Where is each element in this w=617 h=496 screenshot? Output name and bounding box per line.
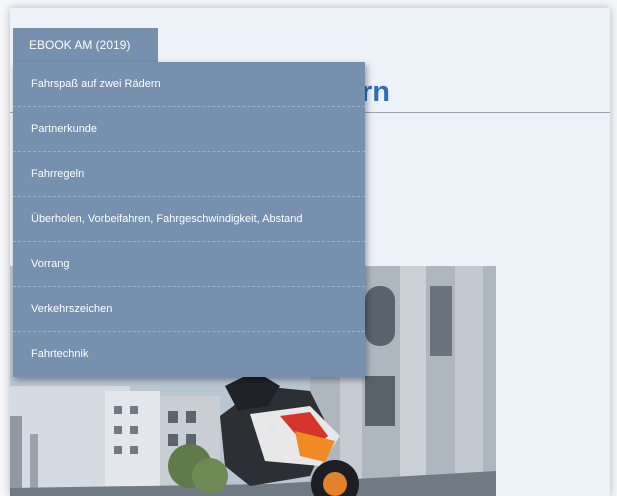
menu-item-vorrang[interactable]: Vorrang [13, 242, 365, 287]
menu-item-partnerkunde[interactable]: Partnerkunde [13, 107, 365, 152]
menu-item-fahrtechnik[interactable]: Fahrtechnik [13, 332, 365, 377]
chapter-dropdown-menu: Fahrspaß auf zwei Rädern Partnerkunde Fa… [13, 62, 365, 377]
menu-item-fahrregeln[interactable]: Fahrregeln [13, 152, 365, 197]
menu-item-fahrspass[interactable]: Fahrspaß auf zwei Rädern [13, 62, 365, 107]
menu-item-ueberholen[interactable]: Überholen, Vorbeifahren, Fahrgeschwindig… [13, 197, 365, 242]
menu-item-verkehrszeichen[interactable]: Verkehrszeichen [13, 287, 365, 332]
ebook-menu-tab[interactable]: EBOOK AM (2019) [13, 28, 158, 62]
